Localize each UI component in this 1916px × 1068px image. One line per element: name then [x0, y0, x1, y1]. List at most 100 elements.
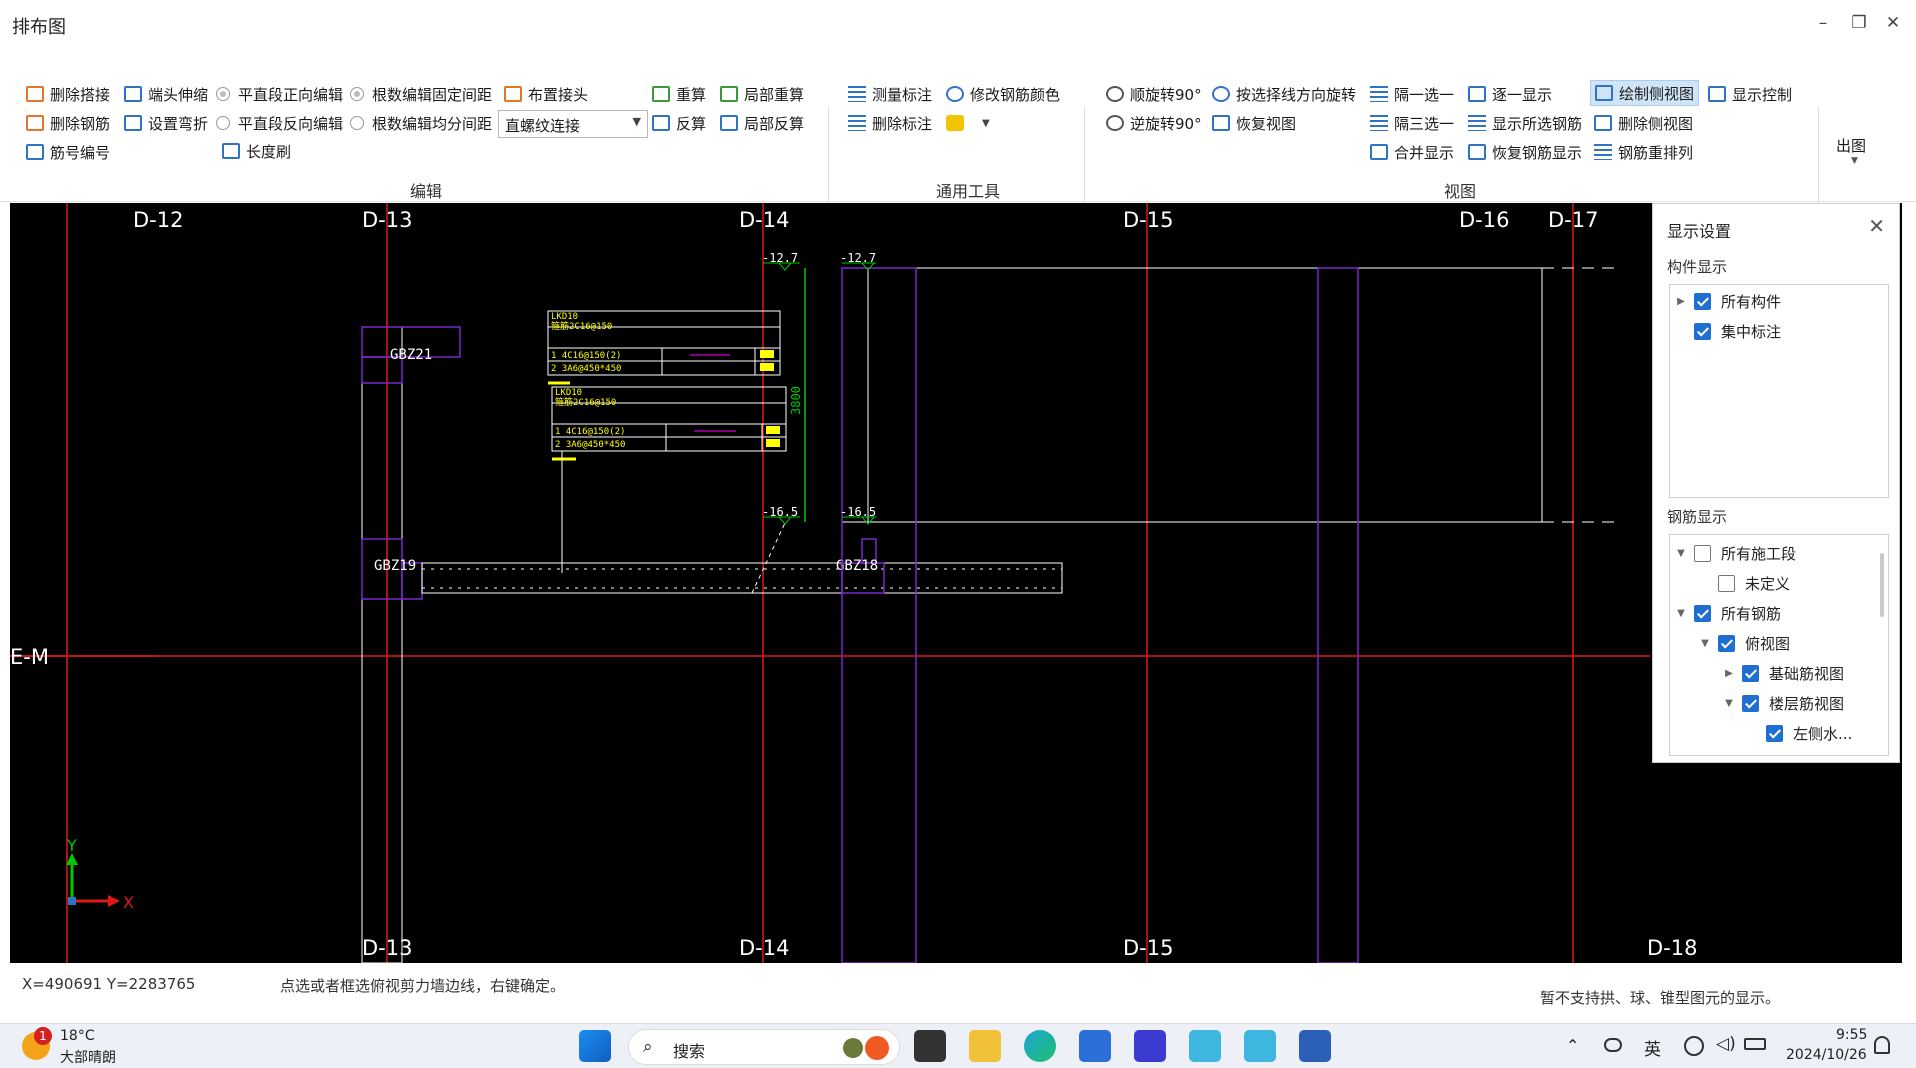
fill-color-dropdown[interactable]: ▼ [946, 110, 990, 136]
tree-item-all-construction[interactable]: ▼ 所有施工段 [1674, 541, 1796, 565]
globe-icon[interactable] [1684, 1036, 1704, 1056]
tree-item-left-water[interactable]: 左侧水... [1746, 721, 1852, 745]
length-brush-button[interactable]: 长度刷 [222, 138, 291, 164]
beam-outline[interactable] [421, 562, 1063, 594]
decoration-icon [843, 1038, 863, 1058]
rotate-cw-button[interactable]: 顺旋转90° [1106, 81, 1202, 107]
count-fixed-radio[interactable]: 根数编辑固定间距 [350, 81, 492, 107]
display-control-button[interactable]: 显示控制 [1708, 81, 1792, 107]
rebar-rearrange-button[interactable]: 钢筋重排列 [1594, 139, 1693, 165]
delete-side-view-button[interactable]: 删除侧视图 [1594, 110, 1693, 136]
start-icon[interactable] [579, 1030, 611, 1062]
restore-button[interactable]: ❐ [1844, 10, 1874, 36]
chevron-up-icon[interactable]: ⌃ [1566, 1036, 1579, 1055]
app-icon[interactable] [1134, 1030, 1166, 1062]
rotate-by-line-button[interactable]: 按选择线方向旋转 [1212, 81, 1356, 107]
command-hint: 点选或者框选俯视剪力墙边线，右键确定。 [280, 977, 566, 995]
checkbox[interactable] [1766, 724, 1783, 742]
checkbox[interactable] [1718, 634, 1735, 652]
show-selected-button[interactable]: 显示所选钢筋 [1468, 110, 1582, 136]
scrollbar[interactable] [1880, 553, 1884, 617]
tree-item-undefined[interactable]: 未定义 [1698, 571, 1790, 595]
straight-forward-radio[interactable]: 平直段正向编辑 [216, 81, 343, 107]
notification-bell-icon[interactable] [1874, 1036, 1890, 1054]
task-view-icon[interactable] [914, 1030, 946, 1062]
restore-view-button[interactable]: 恢复视图 [1212, 110, 1296, 136]
checkbox[interactable] [1718, 574, 1735, 592]
end-extend-button[interactable]: 端头伸缩 [124, 81, 208, 107]
tree-item-all-rebar[interactable]: ▼ 所有钢筋 [1674, 601, 1781, 625]
delete-mark-button[interactable]: 删除标注 [848, 110, 932, 136]
checkbox[interactable] [1694, 322, 1711, 340]
clock-time[interactable]: 9:55 [1836, 1027, 1867, 1043]
edge-browser-icon[interactable] [1024, 1030, 1056, 1062]
axis-label-bottom: D-18 [1647, 936, 1697, 960]
reverse-calc-button[interactable]: 反算 [652, 110, 706, 136]
modify-color-button[interactable]: 修改钢筋颜色 [946, 81, 1060, 107]
glodon-app-active-icon[interactable] [1244, 1030, 1276, 1062]
expand-icon[interactable]: ▶ [1722, 668, 1736, 679]
tree-item-all-components[interactable]: ▶ 所有构件 [1674, 289, 1781, 313]
annotation-table-1[interactable]: LKD10 箍筋2C16@150 1 4C16@150(2) 2 3A6@450… [547, 310, 781, 385]
merge-display-button[interactable]: 合并显示 [1370, 139, 1454, 165]
output-drawing-button[interactable]: 出图 [1836, 132, 1866, 158]
close-button[interactable]: ✕ [1878, 10, 1908, 36]
pick-three-interval-button[interactable]: 隔三选一 [1370, 110, 1454, 136]
drawing-canvas[interactable]: D-12 D-13 D-14 D-15 D-16 D-17 D-13 D-14 … [10, 203, 1902, 963]
collapse-icon[interactable]: ▼ [1674, 608, 1688, 619]
clock-date[interactable]: 2024/10/26 [1786, 1047, 1867, 1063]
count-even-radio[interactable]: 根数编辑均分间距 [350, 110, 492, 136]
volume-icon[interactable]: ◁) [1716, 1034, 1736, 1054]
measure-mark-button[interactable]: 测量标注 [848, 81, 932, 107]
tree-item-top-view[interactable]: ▼ 俯视图 [1698, 631, 1790, 655]
checkbox[interactable] [1694, 544, 1711, 562]
cad-app-icon[interactable] [1299, 1030, 1331, 1062]
minimize-button[interactable]: – [1808, 10, 1838, 36]
joint-type-select[interactable]: 直螺纹连接 ▼ [498, 110, 648, 138]
wall-strip[interactable] [841, 267, 869, 523]
pick-one-interval-button[interactable]: 隔一选一 [1370, 81, 1454, 107]
column-purple[interactable] [1317, 267, 1359, 963]
file-explorer-icon[interactable] [969, 1030, 1001, 1062]
annotation-table-2[interactable]: LKD10 箍筋2C16@150 1 4C16@150(2) 2 3A6@450… [551, 386, 787, 573]
glodon-app-icon[interactable] [1189, 1030, 1221, 1062]
delete-lap-button[interactable]: 删除搭接 [26, 81, 110, 107]
recalc-button[interactable]: 重算 [652, 81, 706, 107]
window-title: 排布图 [12, 17, 66, 38]
dimension-label: 3800 [789, 386, 803, 415]
restore-rebar-display-button[interactable]: 恢复钢筋显示 [1468, 139, 1582, 165]
tree-item-centralized-mark[interactable]: 集中标注 [1674, 319, 1781, 343]
tree-item-foundation-view[interactable]: ▶ 基础筋视图 [1722, 661, 1844, 685]
rebar-number-button[interactable]: 筋号编号 [26, 139, 110, 165]
expand-icon[interactable]: ▶ [1674, 296, 1688, 307]
input-language[interactable]: 英 [1644, 1035, 1661, 1060]
set-fold-button[interactable]: 设置弯折 [124, 110, 208, 136]
collapse-icon[interactable]: ▼ [1674, 548, 1688, 559]
checkbox[interactable] [1742, 664, 1759, 682]
straight-reverse-radio[interactable]: 平直段反向编辑 [216, 110, 343, 136]
checkbox[interactable] [1694, 604, 1711, 622]
local-recalc-button[interactable]: 局部重算 [720, 81, 804, 107]
tree-item-floor-view[interactable]: ▼ 楼层筋视图 [1722, 691, 1844, 715]
collapse-icon[interactable]: ▼ [1698, 638, 1712, 649]
fold-icon [124, 115, 142, 131]
column-purple[interactable] [841, 267, 917, 963]
network-icon[interactable] [1604, 1038, 1622, 1052]
checkbox[interactable] [1742, 694, 1759, 712]
draw-side-view-button[interactable]: 绘制侧视图 [1590, 80, 1700, 106]
store-icon[interactable] [1079, 1030, 1111, 1062]
rotate-ccw-button[interactable]: 逆旋转90° [1106, 110, 1202, 136]
wall-outline[interactable] [361, 326, 403, 963]
show-one-by-one-button[interactable]: 逐一显示 [1468, 81, 1552, 107]
search-box[interactable]: ⌕ 搜索 [628, 1029, 900, 1065]
wall-region[interactable] [867, 267, 1543, 523]
table-row: 2 3A6@450*450 [551, 364, 621, 374]
arrange-joint-button[interactable]: 布置接头 [504, 81, 588, 107]
close-icon[interactable]: ✕ [1868, 214, 1885, 238]
collapse-icon[interactable]: ▼ [1722, 698, 1736, 709]
battery-icon[interactable] [1744, 1038, 1766, 1050]
checkbox[interactable] [1694, 292, 1711, 310]
table-title: LKD10 [555, 388, 582, 398]
delete-rebar-button[interactable]: 删除钢筋 [26, 110, 110, 136]
local-reverse-button[interactable]: 局部反算 [720, 110, 804, 136]
